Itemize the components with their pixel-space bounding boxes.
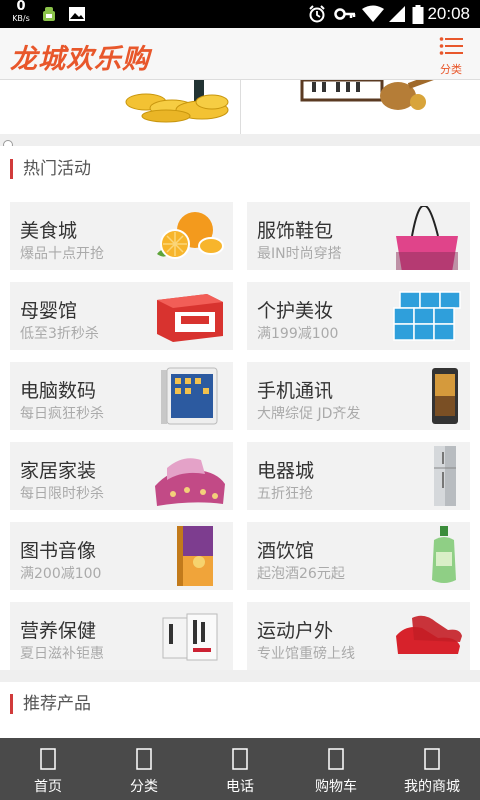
tile-title: 运动户外 [257, 620, 334, 642]
wifi-icon [362, 5, 384, 27]
tile-subtitle: 专业馆重磅上线 [257, 646, 355, 662]
tile-title: 手机通讯 [257, 380, 334, 402]
tab-my-mall[interactable]: 我的商城 [384, 738, 480, 800]
network-speed-value: 0 [16, 0, 26, 14]
tile-subtitle: 最IN时尚穿搭 [257, 246, 342, 262]
tile-subtitle: 满199减100 [257, 326, 339, 342]
category-icon [96, 748, 192, 770]
tile-title: 服饰鞋包 [257, 220, 334, 242]
list-menu-icon [439, 37, 463, 60]
sneaker-icon [390, 606, 464, 666]
smartphone-icon [390, 366, 464, 426]
app-header: 龙城欢乐购 分类 [0, 28, 480, 80]
cart-icon [288, 748, 384, 770]
tile-subtitle: 每日疯狂秒杀 [20, 406, 104, 422]
section-title: 热门活动 [10, 159, 91, 179]
tissue-pack-icon [390, 286, 464, 346]
alarm-icon [308, 5, 326, 27]
tile-subtitle: 大牌综促 JD齐发 [257, 406, 361, 422]
tab-home[interactable]: 首页 [0, 738, 96, 800]
section-title: 推荐产品 [10, 694, 91, 714]
piano-guitar-icon [298, 80, 458, 120]
tile-subtitle: 夏日滋补钜惠 [20, 646, 104, 662]
tile-subtitle: 每日限时秒杀 [20, 486, 104, 502]
gold-coins-icon [124, 80, 234, 128]
category-tile-fashion[interactable]: 服饰鞋包 最IN时尚穿搭 [247, 202, 470, 270]
category-tile-computers[interactable]: 电脑数码 每日疯狂秒杀 [10, 362, 233, 430]
category-tile-drinks[interactable]: 酒饮馆 起泡酒26元起 [247, 522, 470, 590]
signal-icon [388, 5, 406, 27]
tab-label: 首页 [34, 779, 62, 795]
category-tile-personal-care[interactable]: 个护美妆 满199减100 [247, 282, 470, 350]
network-speed: 0 KB/s [8, 0, 34, 24]
book-icon [153, 526, 227, 586]
supplement-box-icon [153, 606, 227, 666]
category-tile-health[interactable]: 营养保健 夏日滋补钜惠 [10, 602, 233, 670]
category-tile-sports[interactable]: 运动户外 专业馆重磅上线 [247, 602, 470, 670]
tab-cart[interactable]: 购物车 [288, 738, 384, 800]
tab-label: 我的商城 [404, 779, 460, 795]
liquor-bottle-icon [390, 526, 464, 586]
tab-phone[interactable]: 电话 [192, 738, 288, 800]
tile-subtitle: 低至3折秒杀 [20, 326, 99, 342]
category-tile-food[interactable]: 美食城 爆品十点开抢 [10, 202, 233, 270]
banner-divider [240, 80, 241, 134]
battery-icon [412, 5, 424, 28]
bedding-icon [153, 446, 227, 506]
hot-activities-section: 热门活动 美食城 爆品十点开抢 服饰鞋包 最IN时尚穿搭 母婴馆 低至3折秒杀 … [0, 146, 480, 670]
user-icon [384, 748, 480, 770]
tile-title: 图书音像 [20, 540, 97, 562]
tile-title: 个护美妆 [257, 300, 334, 322]
tile-title: 酒饮馆 [257, 540, 315, 562]
tile-subtitle: 五折狂抢 [257, 486, 313, 502]
tab-category[interactable]: 分类 [96, 738, 192, 800]
category-tile-maternity[interactable]: 母婴馆 低至3折秒杀 [10, 282, 233, 350]
refrigerator-icon [390, 446, 464, 506]
category-tile-appliances[interactable]: 电器城 五折狂抢 [247, 442, 470, 510]
oranges-icon [153, 206, 227, 266]
phone-icon [192, 748, 288, 770]
category-tile-books[interactable]: 图书音像 满200减100 [10, 522, 233, 590]
status-bar: 0 KB/s 20:08 [0, 0, 480, 28]
tile-title: 营养保健 [20, 620, 97, 642]
tab-label: 分类 [130, 779, 158, 795]
image-icon [68, 5, 86, 27]
tile-subtitle: 满200减100 [20, 566, 102, 582]
promo-banner[interactable] [0, 80, 480, 134]
app-logo[interactable]: 龙城欢乐购 [10, 37, 150, 76]
tile-subtitle: 爆品十点开抢 [20, 246, 104, 262]
clock: 20:08 [427, 4, 470, 23]
tile-title: 母婴馆 [20, 300, 78, 322]
network-speed-unit: KB/s [12, 14, 30, 23]
tablet-icon [153, 366, 227, 426]
category-tile-mobile[interactable]: 手机通讯 大牌综促 JD齐发 [247, 362, 470, 430]
tile-subtitle: 起泡酒26元起 [257, 566, 345, 582]
android-debug-icon [40, 5, 58, 27]
key-icon [334, 5, 356, 27]
recommend-section: 推荐产品 [0, 682, 480, 738]
tile-title: 电器城 [257, 460, 315, 482]
tile-title: 美食城 [20, 220, 78, 242]
bottom-tab-bar: 首页 分类 电话 购物车 我的商城 [0, 738, 480, 800]
category-menu-label: 分类 [440, 63, 462, 76]
tile-title: 家居家装 [20, 460, 97, 482]
tile-title: 电脑数码 [20, 380, 97, 402]
tab-label: 购物车 [315, 779, 357, 795]
category-tile-home[interactable]: 家居家装 每日限时秒杀 [10, 442, 233, 510]
diaper-box-icon [153, 286, 227, 346]
category-menu-button[interactable]: 分类 [434, 36, 468, 76]
tab-label: 电话 [226, 779, 254, 795]
home-icon [0, 748, 96, 770]
handbag-icon [390, 204, 464, 270]
